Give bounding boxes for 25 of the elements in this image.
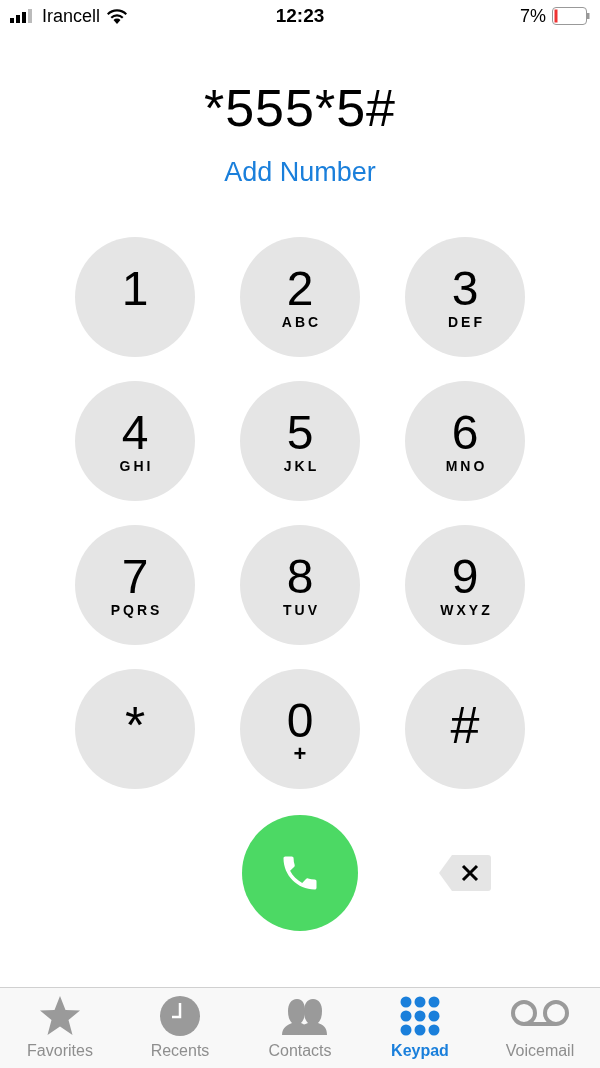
dial-key[interactable]: 2 ABC [240, 237, 360, 357]
dial-key[interactable]: 5 JKL [240, 381, 360, 501]
keypad-icon [400, 996, 440, 1036]
dial-key[interactable]: 7 PQRS [75, 525, 195, 645]
dial-key[interactable]: 3 DEF [405, 237, 525, 357]
clock-icon [159, 995, 201, 1037]
battery-icon [552, 7, 590, 25]
dial-key[interactable]: 4 GHI [75, 381, 195, 501]
dial-key[interactable]: 1 [75, 237, 195, 357]
dial-key[interactable]: 0 + [240, 669, 360, 789]
dial-key[interactable]: # [405, 669, 525, 789]
clock-time: 12:23 [275, 5, 325, 27]
dial-key[interactable]: * [75, 669, 195, 789]
battery-percent: 7% [520, 5, 546, 27]
dial-key[interactable]: 8 TUV [240, 525, 360, 645]
carrier-name: Irancell [42, 5, 101, 27]
dial-key[interactable]: 6 MNO [405, 381, 525, 501]
tab-item[interactable]: Keypad [360, 988, 480, 1068]
backspace-icon [438, 854, 492, 892]
dial-key[interactable]: 9 WXYZ [405, 525, 525, 645]
delete-button[interactable] [438, 854, 492, 892]
add-number-link[interactable]: Add Number [224, 156, 376, 188]
star-icon [38, 995, 82, 1037]
dialed-number: *555*5# [203, 78, 397, 138]
wifi-icon [106, 8, 129, 24]
